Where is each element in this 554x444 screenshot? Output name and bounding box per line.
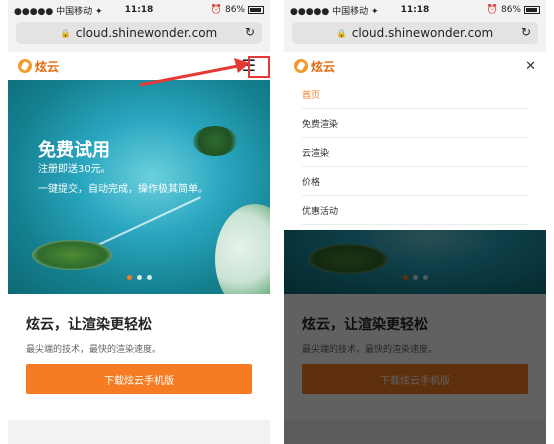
carousel-dot[interactable] <box>136 275 142 280</box>
menu-item-promotions[interactable]: 优惠活动 <box>302 196 528 225</box>
hero-banner[interactable]: 免费试用 注册即送30元。 一键提交，自动完成，操作极其简单。 <box>8 80 270 294</box>
menu-item-free-render[interactable]: 免费渲染 <box>302 109 528 138</box>
logo-mark-icon <box>294 59 308 73</box>
phone-screen-left: ●●●●● 中国移动 ✦ 11:18 ⏰ 86% 🔒 cloud.shinewo… <box>8 0 270 444</box>
promo-description: 最尖端的技术，最快的渲染速度。 <box>26 345 162 355</box>
lock-icon: 🔒 <box>336 28 347 38</box>
status-time: 11:18 <box>400 5 430 15</box>
hero-description: 一键提交，自动完成，操作极其简单。 <box>38 184 208 195</box>
status-bar: ●●●●● 中国移动 ✦ 11:18 ⏰ 86% <box>284 0 546 20</box>
hero-subtitle: 注册即送30元。 <box>38 164 111 175</box>
page-bottom <box>8 420 270 444</box>
menu-item-cloud-render[interactable]: 云渲染 <box>302 138 528 167</box>
lock-icon: 🔒 <box>60 28 71 38</box>
battery-icon <box>524 6 540 14</box>
nav-menu: 首页 免费渲染 云渲染 价格 优惠活动 <box>284 80 546 230</box>
download-app-button[interactable]: 下载炫云手机版 <box>26 364 252 394</box>
site-logo[interactable]: 炫云 <box>18 58 59 75</box>
carousel-dots <box>8 275 270 280</box>
logo-text: 炫云 <box>35 59 60 74</box>
dim-overlay[interactable] <box>284 230 546 444</box>
reload-icon[interactable]: ↻ <box>245 25 255 39</box>
url-text: cloud.shinewonder.com <box>75 26 218 40</box>
beach-decoration <box>215 204 270 294</box>
island-decoration <box>193 126 237 156</box>
site-logo[interactable]: 炫云 <box>294 58 335 75</box>
address-bar[interactable]: 🔒 cloud.shinewonder.com ↻ <box>16 22 262 44</box>
url-text: cloud.shinewonder.com <box>351 26 494 40</box>
hero-title: 免费试用 <box>38 140 110 161</box>
address-bar[interactable]: 🔒 cloud.shinewonder.com ↻ <box>292 22 538 44</box>
site-header: 炫云 ✕ <box>284 52 546 80</box>
reload-icon[interactable]: ↻ <box>521 25 531 39</box>
island-decoration <box>32 240 112 270</box>
site-header: 炫云 ☰ <box>8 52 270 80</box>
phone-screen-right: ●●●●● 中国移动 ✦ 11:18 ⏰ 86% 🔒 cloud.shinewo… <box>284 0 546 444</box>
close-icon[interactable]: ✕ <box>525 59 536 74</box>
status-time: 11:18 <box>124 5 154 15</box>
carousel-dot[interactable] <box>126 275 132 280</box>
carousel-dot[interactable] <box>146 275 152 280</box>
battery-icon <box>248 6 264 14</box>
status-bar: ●●●●● 中国移动 ✦ 11:18 ⏰ 86% <box>8 0 270 20</box>
menu-item-home[interactable]: 首页 <box>302 80 528 109</box>
menu-item-pricing[interactable]: 价格 <box>302 167 528 196</box>
menu-button-highlight <box>248 56 270 78</box>
logo-mark-icon <box>18 59 32 73</box>
logo-text: 炫云 <box>311 59 336 74</box>
promo-title: 炫云，让渲染更轻松 <box>26 317 152 333</box>
page-behind-overlay: 炫云，让渲染更轻松 最尖端的技术，最快的渲染速度。 下载炫云手机版 <box>284 230 546 444</box>
